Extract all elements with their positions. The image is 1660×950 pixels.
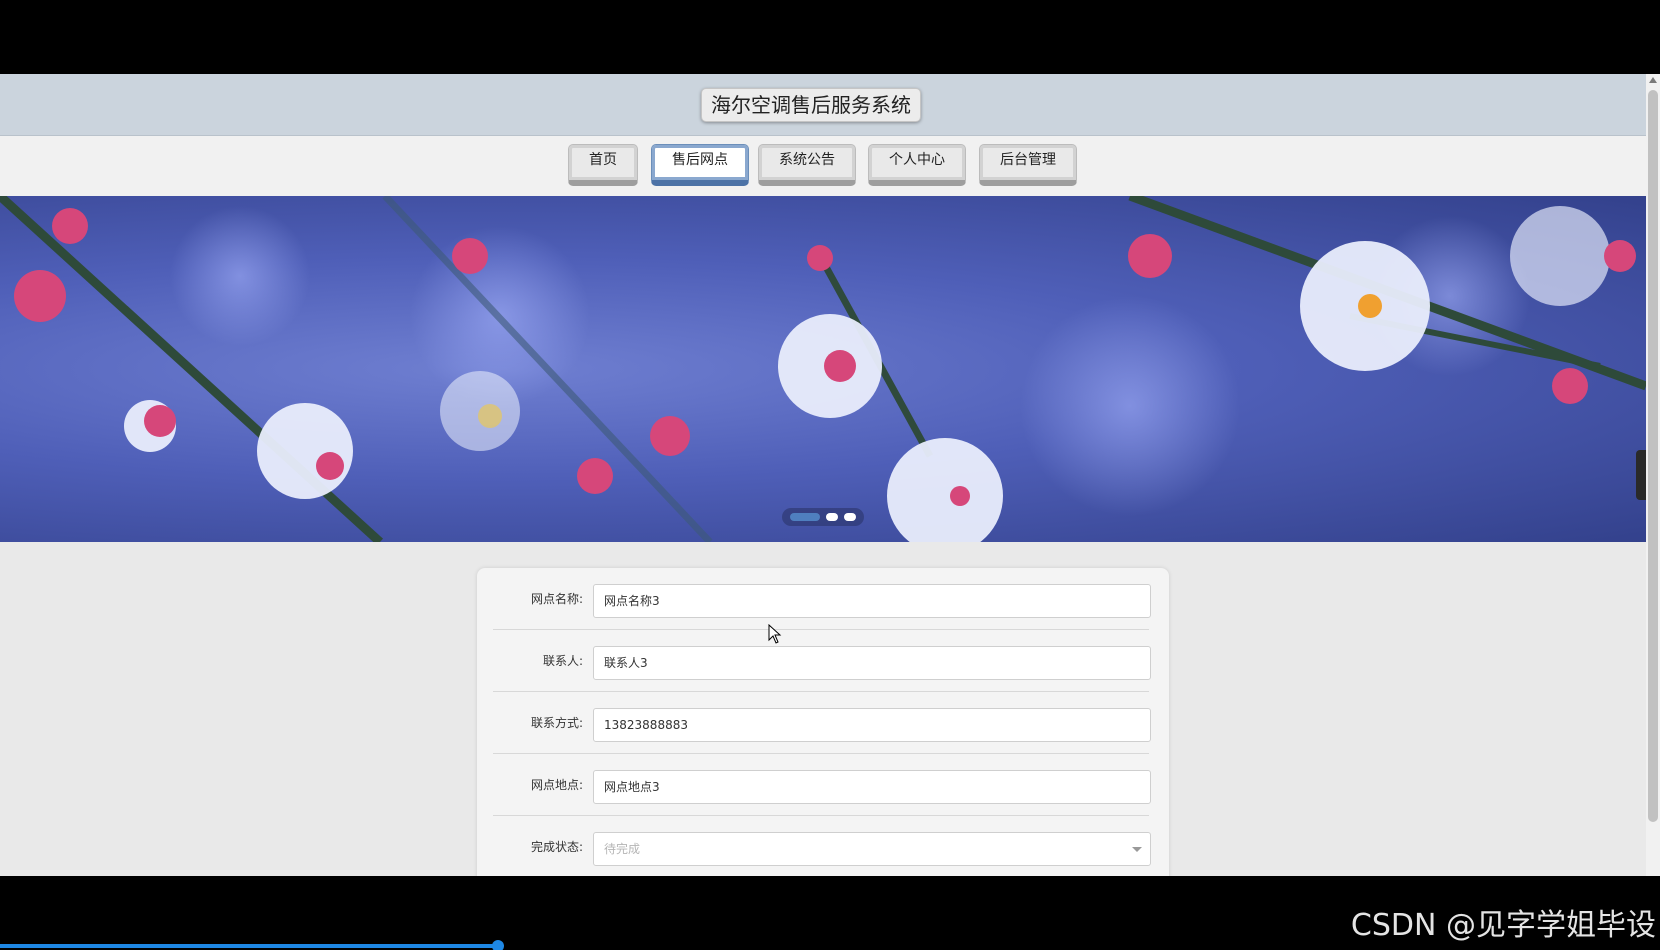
form-row-outlet-location: 网点地点: 网点地点3 (493, 754, 1151, 816)
watermark-text: CSDN @见字学姐毕设 (1350, 908, 1656, 943)
status-select[interactable]: 待完成 (593, 832, 1151, 866)
page-scrollbar[interactable] (1646, 74, 1660, 876)
video-bottom-bar: CSDN @见字学姐毕设 (0, 876, 1660, 950)
nav-item-service-outlets[interactable]: 售后网点 (651, 144, 749, 186)
outlet-location-label: 网点地点: (530, 778, 583, 792)
screen-root: 海尔空调售后服务系统 首页 售后网点 系统公告 个人中心 后台管理 网点名称: … (0, 0, 1660, 950)
form-row-contact-phone: 联系方式: 13823888883 (493, 692, 1151, 754)
outlet-name-label: 网点名称: (530, 592, 583, 606)
nav-item-personal-center[interactable]: 个人中心 (868, 144, 966, 186)
nav-item-announcements[interactable]: 系统公告 (758, 144, 856, 186)
carousel-dot-1[interactable] (790, 513, 820, 521)
scroll-up-icon[interactable] (1649, 77, 1657, 83)
contact-person-label: 联系人: (542, 654, 583, 668)
carousel-dot-3[interactable] (844, 513, 856, 521)
page-title: 海尔空调售后服务系统 (701, 88, 921, 122)
outlet-location-field[interactable]: 网点地点3 (593, 770, 1151, 804)
plum-blossom-image (0, 196, 1646, 542)
contact-phone-field[interactable]: 13823888883 (593, 708, 1151, 742)
browser-viewport: 海尔空调售后服务系统 首页 售后网点 系统公告 个人中心 后台管理 网点名称: … (0, 74, 1660, 876)
scrollbar-thumb[interactable] (1648, 90, 1658, 822)
video-progress-knob[interactable] (492, 940, 504, 950)
form-row-outlet-name: 网点名称: 网点名称3 (493, 568, 1151, 630)
contact-person-field[interactable]: 联系人3 (593, 646, 1151, 680)
carousel-indicators (782, 508, 864, 526)
chevron-down-icon (1132, 847, 1142, 852)
main-nav: 首页 售后网点 系统公告 个人中心 后台管理 (0, 136, 1646, 196)
banner-carousel[interactable] (0, 196, 1646, 542)
video-progress-bar[interactable] (0, 944, 498, 948)
form-row-contact-person: 联系人: 联系人3 (493, 630, 1151, 692)
nav-item-home[interactable]: 首页 (568, 144, 638, 186)
carousel-dot-2[interactable] (826, 513, 838, 521)
nav-item-admin[interactable]: 后台管理 (979, 144, 1077, 186)
header-bar: 海尔空调售后服务系统 (0, 74, 1646, 136)
status-select-placeholder: 待完成 (604, 842, 641, 856)
form-row-status: 完成状态: 待完成 (493, 816, 1151, 876)
status-label: 完成状态: (530, 840, 583, 854)
outlet-detail-form: 网点名称: 网点名称3 联系人: 联系人3 联系方式: 13823888883 … (477, 568, 1169, 876)
contact-phone-label: 联系方式: (530, 716, 583, 730)
mouse-cursor-icon (768, 624, 782, 644)
outlet-name-field[interactable]: 网点名称3 (593, 584, 1151, 618)
